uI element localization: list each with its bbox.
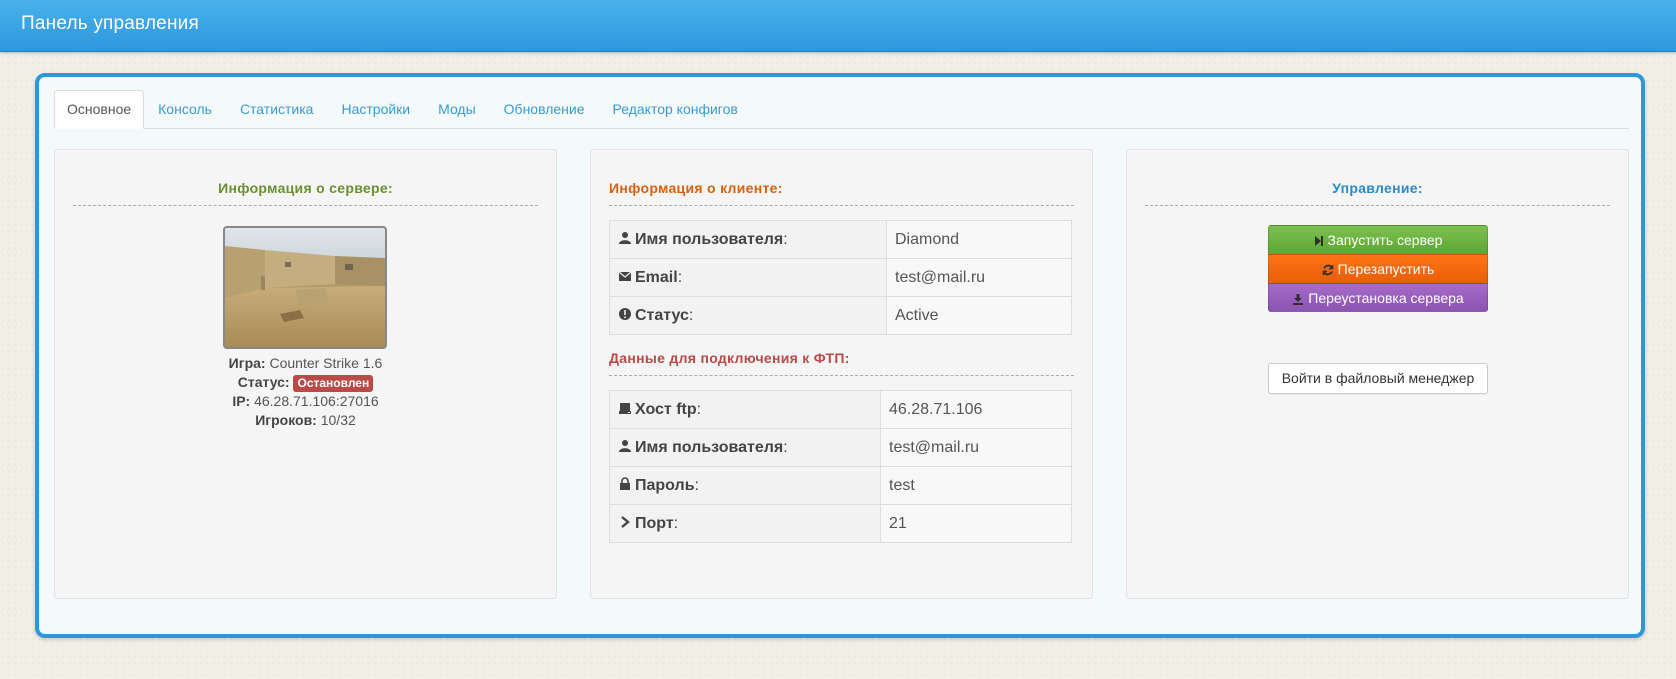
game-value: Counter Strike 1.6 — [269, 355, 383, 371]
status-info: Статус: Остановлен — [55, 374, 556, 392]
reinstall-server-button[interactable]: Переустановка сервера — [1268, 283, 1488, 312]
client-info-table: Имя пользователя: Diamond Email: test@ma… — [609, 220, 1072, 335]
user-icon — [619, 439, 631, 452]
status-label: Статус: — [237, 374, 290, 390]
table-row: Порт: 21 — [609, 504, 1072, 543]
players-label: Игроков: — [255, 412, 317, 428]
hdd-icon — [619, 402, 631, 414]
file-manager-button[interactable]: Войти в файловый менеджер — [1268, 363, 1488, 394]
row-key: Статус — [635, 306, 689, 324]
restart-label: Перезапустить — [1337, 261, 1435, 277]
table-row: Хост ftp: 46.28.71.106 — [609, 390, 1072, 429]
table-cell-key: Имя пользователя: — [609, 428, 881, 467]
start-server-label: Запустить сервер — [1327, 232, 1443, 248]
table-cell-key: Хост ftp: — [609, 390, 881, 429]
tab-update[interactable]: Обновление — [490, 91, 599, 128]
table-row: Статус: Active — [609, 296, 1072, 335]
row-key: Имя пользователя — [635, 438, 784, 456]
row-key: Порт — [635, 514, 674, 532]
exclamation-circle-icon — [619, 307, 631, 320]
divider — [609, 375, 1074, 376]
ip-info: IP: 46.28.71.106:27016 — [55, 393, 556, 409]
status-badge: Остановлен — [293, 375, 374, 392]
tab-bar: Основное Консоль Статистика Настройки Мо… — [54, 90, 1629, 129]
server-info-title: Информация о сервере: — [218, 180, 393, 196]
table-cell-value: Active — [886, 296, 1072, 335]
tab-statistics[interactable]: Статистика — [226, 91, 328, 128]
players-value: 10/32 — [320, 412, 356, 428]
game-label: Игра: — [228, 355, 266, 371]
table-cell-key: Пароль: — [609, 466, 881, 505]
chevron-right-icon — [621, 515, 630, 528]
client-info-title: Информация о клиенте: — [609, 180, 783, 196]
top-navbar: Панель управления — [0, 0, 1676, 52]
table-row: Пароль: test — [609, 466, 1072, 505]
game-map-thumbnail — [223, 226, 387, 349]
table-cell-key: Статус: — [609, 296, 887, 335]
client-info-panel: Информация о клиенте: Имя пользователя: … — [590, 149, 1093, 599]
ip-label: IP: — [232, 393, 251, 409]
players-info: Игроков: 10/32 — [55, 412, 556, 428]
main-panel: Основное Консоль Статистика Настройки Мо… — [35, 73, 1645, 638]
table-row: Имя пользователя: Diamond — [609, 220, 1072, 259]
ip-value: 46.28.71.106:27016 — [254, 393, 379, 409]
table-cell-key: Порт: — [609, 504, 881, 543]
row-key: Имя пользователя — [635, 230, 784, 248]
control-title: Управление: — [1332, 180, 1423, 196]
game-info: Игра: Counter Strike 1.6 — [55, 355, 556, 371]
start-server-button[interactable]: Запустить сервер — [1268, 225, 1488, 254]
table-cell-value: Diamond — [886, 220, 1072, 259]
app-title[interactable]: Панель управления — [21, 13, 199, 35]
table-cell-value: test@mail.ru — [886, 258, 1072, 297]
restart-button[interactable]: Перезапустить — [1268, 254, 1488, 283]
table-cell-value: test@mail.ru — [880, 428, 1072, 467]
lock-icon — [620, 476, 630, 490]
divider — [609, 205, 1074, 206]
control-panel: Управление: Запустить сервер Перезапусти… — [1126, 149, 1629, 599]
row-key: Email — [635, 268, 678, 286]
divider — [1145, 205, 1610, 206]
reinstall-label: Переустановка сервера — [1308, 290, 1464, 306]
tab-mods[interactable]: Моды — [424, 91, 490, 128]
table-cell-value: 46.28.71.106 — [880, 390, 1072, 429]
divider — [73, 205, 538, 206]
download-icon — [1293, 294, 1304, 305]
table-row: Email: test@mail.ru — [609, 258, 1072, 297]
row-key: Хост ftp — [635, 400, 697, 418]
table-cell-key: Имя пользователя: — [609, 220, 887, 259]
server-info-panel: Информация о сервере: Игра: Counter Stri… — [54, 149, 557, 599]
refresh-icon — [1322, 264, 1333, 276]
tab-settings[interactable]: Настройки — [327, 91, 424, 128]
table-row: Имя пользователя: test@mail.ru — [609, 428, 1072, 467]
table-cell-value: test — [880, 466, 1072, 505]
ftp-info-title: Данные для подключения к ФТП: — [609, 350, 850, 366]
tab-config-editor[interactable]: Редактор конфигов — [599, 91, 752, 128]
table-cell-key: Email: — [609, 258, 887, 297]
ftp-info-table: Хост ftp: 46.28.71.106 Имя пользователя:… — [609, 390, 1072, 543]
user-icon — [619, 231, 631, 244]
row-key: Пароль — [635, 476, 695, 494]
tab-console[interactable]: Консоль — [144, 91, 226, 128]
table-cell-value: 21 — [880, 504, 1072, 543]
envelope-icon — [618, 271, 632, 281]
step-forward-icon — [1314, 236, 1323, 246]
tab-main[interactable]: Основное — [54, 90, 145, 129]
